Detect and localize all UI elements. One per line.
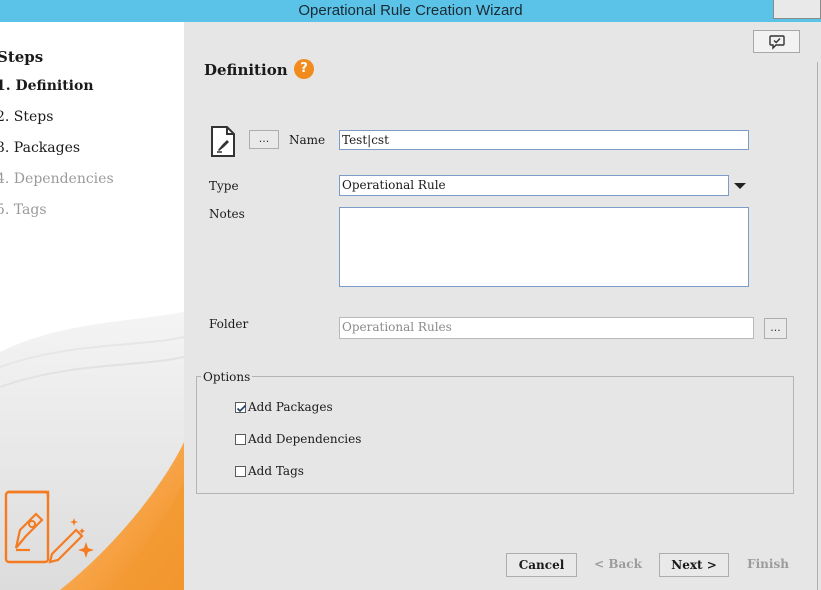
- folder-browse-button[interactable]: ...: [764, 318, 787, 339]
- cancel-button[interactable]: Cancel: [506, 553, 577, 577]
- step-packages[interactable]: 3. Packages: [0, 140, 80, 156]
- step-dependencies: 4. Dependencies: [0, 171, 114, 187]
- type-select-value[interactable]: Operational Rule: [339, 175, 729, 196]
- name-label: Name: [289, 133, 326, 147]
- steps-panel: Steps 1. Definition 2. Steps 3. Packages…: [0, 22, 184, 590]
- add-tags-label: Add Tags: [248, 464, 304, 478]
- chevron-down-icon[interactable]: [731, 178, 749, 194]
- wizard-content: Definition ? ... Name Test|cst Type Oper…: [184, 22, 821, 590]
- add-dependencies-checkbox[interactable]: [235, 433, 246, 445]
- add-tags-option[interactable]: Add Tags: [235, 464, 304, 478]
- step-definition[interactable]: 1. Definition: [0, 78, 94, 94]
- icon-browse-button[interactable]: ...: [249, 130, 279, 149]
- close-button[interactable]: [773, 0, 821, 19]
- speech-bubble-check-icon: [768, 34, 785, 50]
- type-label: Type: [209, 179, 239, 193]
- step-steps[interactable]: 2. Steps: [0, 109, 53, 125]
- next-button[interactable]: Next >: [659, 553, 729, 577]
- window-titlebar: Operational Rule Creation Wizard: [0, 0, 821, 22]
- add-packages-option[interactable]: Add Packages: [235, 400, 333, 414]
- type-select[interactable]: Operational Rule: [339, 175, 749, 196]
- back-button: < Back: [594, 557, 642, 571]
- options-legend: Options: [201, 370, 253, 384]
- window-title: Operational Rule Creation Wizard: [298, 2, 523, 19]
- notes-textarea[interactable]: [339, 207, 749, 287]
- feedback-button[interactable]: [753, 30, 800, 53]
- name-input[interactable]: Test|cst: [339, 130, 749, 150]
- add-packages-checkbox[interactable]: [235, 401, 247, 413]
- steps-heading: Steps: [0, 48, 44, 66]
- add-dependencies-label: Add Dependencies: [248, 432, 362, 446]
- add-packages-label: Add Packages: [248, 400, 333, 414]
- step-tags: 5. Tags: [0, 202, 47, 218]
- add-tags-checkbox[interactable]: [235, 465, 246, 477]
- checkmark-icon: [236, 404, 247, 412]
- document-edit-icon: [211, 126, 235, 157]
- folder-input[interactable]: Operational Rules: [339, 317, 754, 339]
- add-dependencies-option[interactable]: Add Dependencies: [235, 432, 361, 446]
- page-title: Definition: [204, 61, 288, 79]
- help-icon[interactable]: ?: [294, 59, 314, 79]
- divider: [817, 62, 818, 590]
- finish-button: Finish: [747, 557, 789, 571]
- notes-label: Notes: [209, 207, 245, 221]
- folder-label: Folder: [209, 317, 249, 331]
- wizard-pen-logo-icon: [4, 490, 94, 564]
